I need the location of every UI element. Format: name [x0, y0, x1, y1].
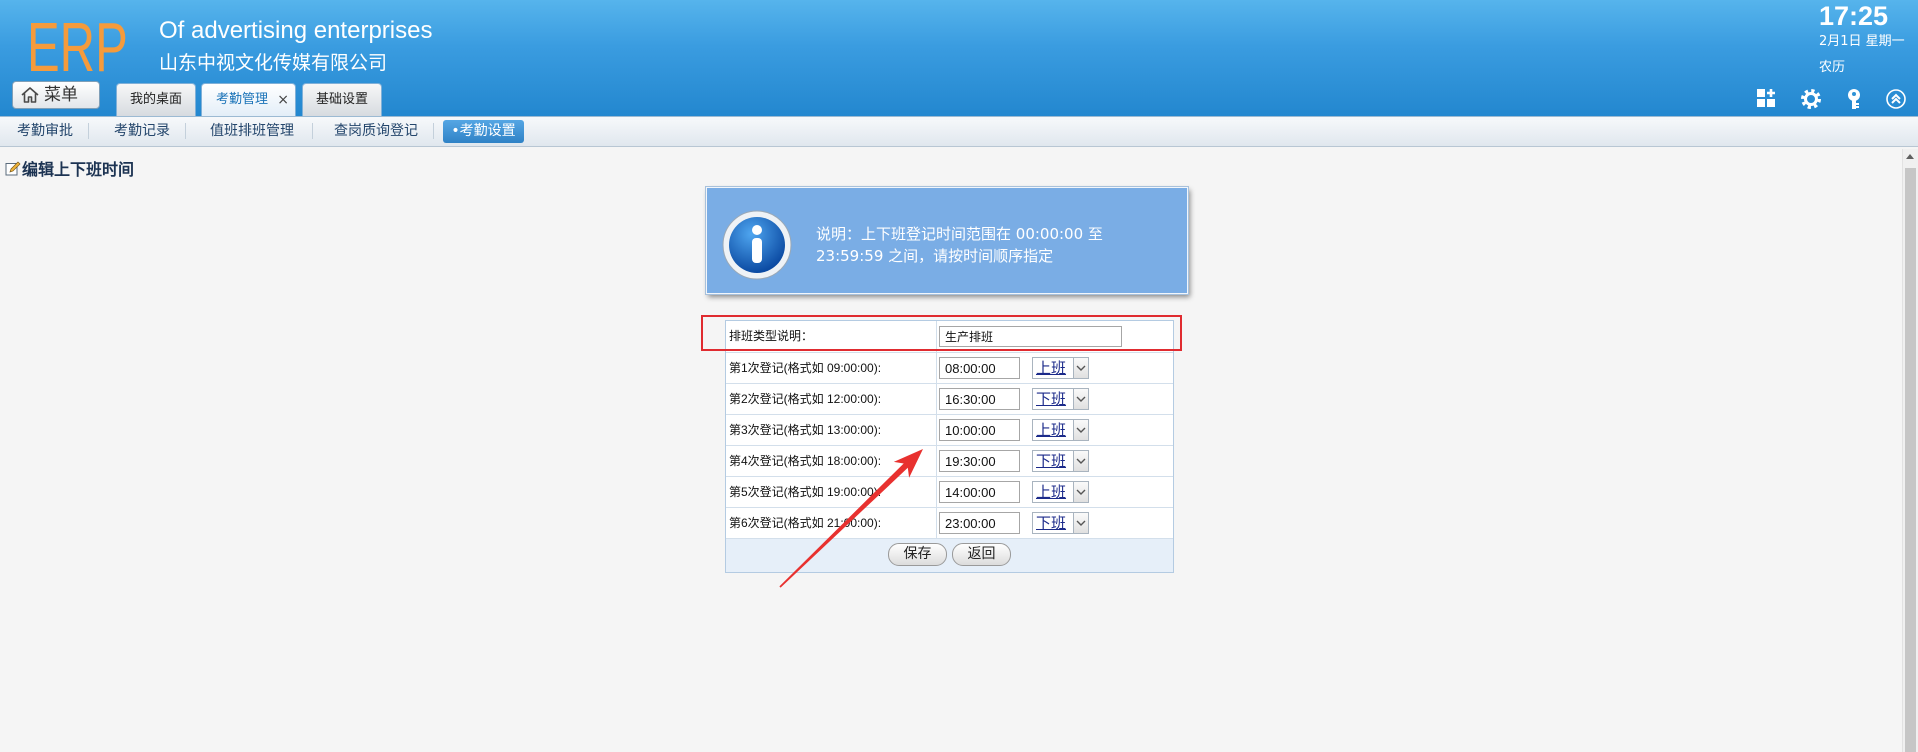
- home-icon: [20, 85, 40, 105]
- tab-label: 基础设置: [315, 92, 368, 107]
- subnav-divider: [433, 123, 434, 139]
- annotation-highlight-box: [701, 315, 1182, 351]
- scroll-up-arrow-icon[interactable]: [1906, 154, 1914, 159]
- subnav-attendance-records[interactable]: 考勤记录: [114, 122, 170, 140]
- check-time-input[interactable]: [939, 481, 1020, 503]
- info-notice-text: 说明：上下班登记时间范围在 00:00:00 至 23:59:59 之间，请按时…: [816, 223, 1103, 267]
- form-actions-row: 保存 返回: [726, 539, 1173, 572]
- tab-label: 考勤管理: [216, 92, 269, 107]
- check-label: 第4次登记(格式如 18:00:00):: [726, 446, 937, 476]
- subnav-divider: [312, 123, 313, 139]
- check-label: 第2次登记(格式如 12:00:00):: [726, 384, 937, 414]
- page-title-text: 编辑上下班时间: [22, 160, 135, 179]
- check-time-input[interactable]: [939, 419, 1020, 441]
- select-value: 下班: [1036, 514, 1067, 532]
- shift-direction-select[interactable]: 上班: [1032, 357, 1089, 379]
- check-time-input[interactable]: [939, 357, 1020, 379]
- edit-icon: [5, 160, 21, 180]
- tab-my-desktop[interactable]: 我的桌面: [116, 83, 196, 116]
- check-time-input[interactable]: [939, 512, 1020, 534]
- form-value-cell: 上班: [937, 353, 1173, 383]
- info-line-1: 说明：上下班登记时间范围在 00:00:00 至: [816, 225, 1103, 243]
- shift-direction-select[interactable]: 下班: [1032, 450, 1089, 472]
- form-row-check-3: 第3次登记(格式如 13:00:00): 上班: [726, 415, 1173, 446]
- collapse-up-icon[interactable]: [1885, 88, 1907, 110]
- key-icon[interactable]: [1843, 88, 1865, 110]
- subnav-divider: [88, 123, 89, 139]
- chevron-down-icon[interactable]: [1073, 420, 1088, 440]
- menu-button-label: 菜单: [44, 85, 78, 105]
- form-row-check-5: 第5次登记(格式如 19:00:00): 上班: [726, 477, 1173, 508]
- subnav-attendance-approval[interactable]: 考勤审批: [17, 122, 73, 140]
- chevron-down-icon[interactable]: [1073, 513, 1088, 533]
- subnav-attendance-settings[interactable]: •考勤设置: [443, 120, 524, 143]
- company-title-en: Of advertising enterprises: [159, 17, 433, 44]
- tab-close-icon[interactable]: ×: [277, 84, 289, 116]
- info-notice-box: 说明：上下班登记时间范围在 00:00:00 至 23:59:59 之间，请按时…: [706, 187, 1188, 294]
- company-title-cn: 山东中视文化传媒有限公司: [159, 52, 388, 74]
- form-value-cell: 下班: [937, 446, 1173, 476]
- form-value-cell: 上班: [937, 477, 1173, 507]
- info-line-2: 23:59:59 之间，请按时间顺序指定: [816, 247, 1054, 265]
- check-label: 第6次登记(格式如 21:00:00):: [726, 508, 937, 538]
- form-row-check-1: 第1次登记(格式如 09:00:00): 上班: [726, 353, 1173, 384]
- subnav-divider: [185, 123, 186, 139]
- form-value-cell: 上班: [937, 415, 1173, 445]
- chevron-down-icon[interactable]: [1073, 358, 1088, 378]
- info-icon: [722, 210, 792, 280]
- lunar-calendar-link[interactable]: 农历: [1819, 60, 1845, 76]
- shift-direction-select[interactable]: 下班: [1032, 388, 1089, 410]
- chevron-down-icon[interactable]: [1073, 482, 1088, 502]
- chevron-down-icon[interactable]: [1073, 451, 1088, 471]
- add-widget-icon[interactable]: [1755, 88, 1777, 110]
- gear-icon[interactable]: [1800, 88, 1822, 110]
- app-header: ERP Of advertising enterprises 山东中视文化传媒有…: [0, 0, 1918, 116]
- select-value: 上班: [1036, 421, 1067, 439]
- tab-attendance-management[interactable]: 考勤管理 ×: [201, 83, 296, 116]
- shift-direction-select[interactable]: 下班: [1032, 512, 1089, 534]
- select-value: 上班: [1036, 359, 1067, 377]
- save-button[interactable]: 保存: [888, 543, 947, 566]
- scrollbar-thumb[interactable]: [1905, 168, 1916, 752]
- select-value: 下班: [1036, 390, 1067, 408]
- check-time-input[interactable]: [939, 388, 1020, 410]
- select-value: 下班: [1036, 452, 1067, 470]
- erp-logo: ERP: [27, 8, 128, 86]
- vertical-scrollbar[interactable]: [1902, 149, 1918, 752]
- form-row-check-4: 第4次登记(格式如 18:00:00): 下班: [726, 446, 1173, 477]
- tab-basic-settings[interactable]: 基础设置: [302, 83, 382, 116]
- select-value: 上班: [1036, 483, 1067, 501]
- check-label: 第3次登记(格式如 13:00:00):: [726, 415, 937, 445]
- form-row-check-2: 第2次登记(格式如 12:00:00): 下班: [726, 384, 1173, 415]
- sub-navigation-bar: 考勤审批 考勤记录 值班排班管理 查岗质询登记 •考勤设置: [0, 116, 1918, 147]
- back-button[interactable]: 返回: [952, 543, 1011, 566]
- tab-label: 我的桌面: [129, 92, 182, 107]
- form-row-check-6: 第6次登记(格式如 21:00:00): 下班: [726, 508, 1173, 539]
- shift-direction-select[interactable]: 上班: [1032, 481, 1089, 503]
- form-value-cell: 下班: [937, 384, 1173, 414]
- shift-time-form: 排班类型说明： 第1次登记(格式如 09:00:00): 上班 第2次登记(格式…: [725, 320, 1174, 573]
- form-value-cell: 下班: [937, 508, 1173, 538]
- menu-button[interactable]: 菜单: [12, 81, 100, 109]
- subnav-post-inspection[interactable]: 查岗质询登记: [334, 122, 418, 140]
- shift-direction-select[interactable]: 上班: [1032, 419, 1089, 441]
- check-label: 第5次登记(格式如 19:00:00):: [726, 477, 937, 507]
- page-title: 编辑上下班时间: [5, 160, 134, 180]
- clock-date: 2月1日 星期一: [1819, 34, 1905, 49]
- check-time-input[interactable]: [939, 450, 1020, 472]
- clock-time: 17:25: [1819, 1, 1889, 31]
- subnav-duty-scheduling[interactable]: 值班排班管理: [210, 122, 294, 140]
- chevron-down-icon[interactable]: [1073, 389, 1088, 409]
- check-label: 第1次登记(格式如 09:00:00):: [726, 353, 937, 383]
